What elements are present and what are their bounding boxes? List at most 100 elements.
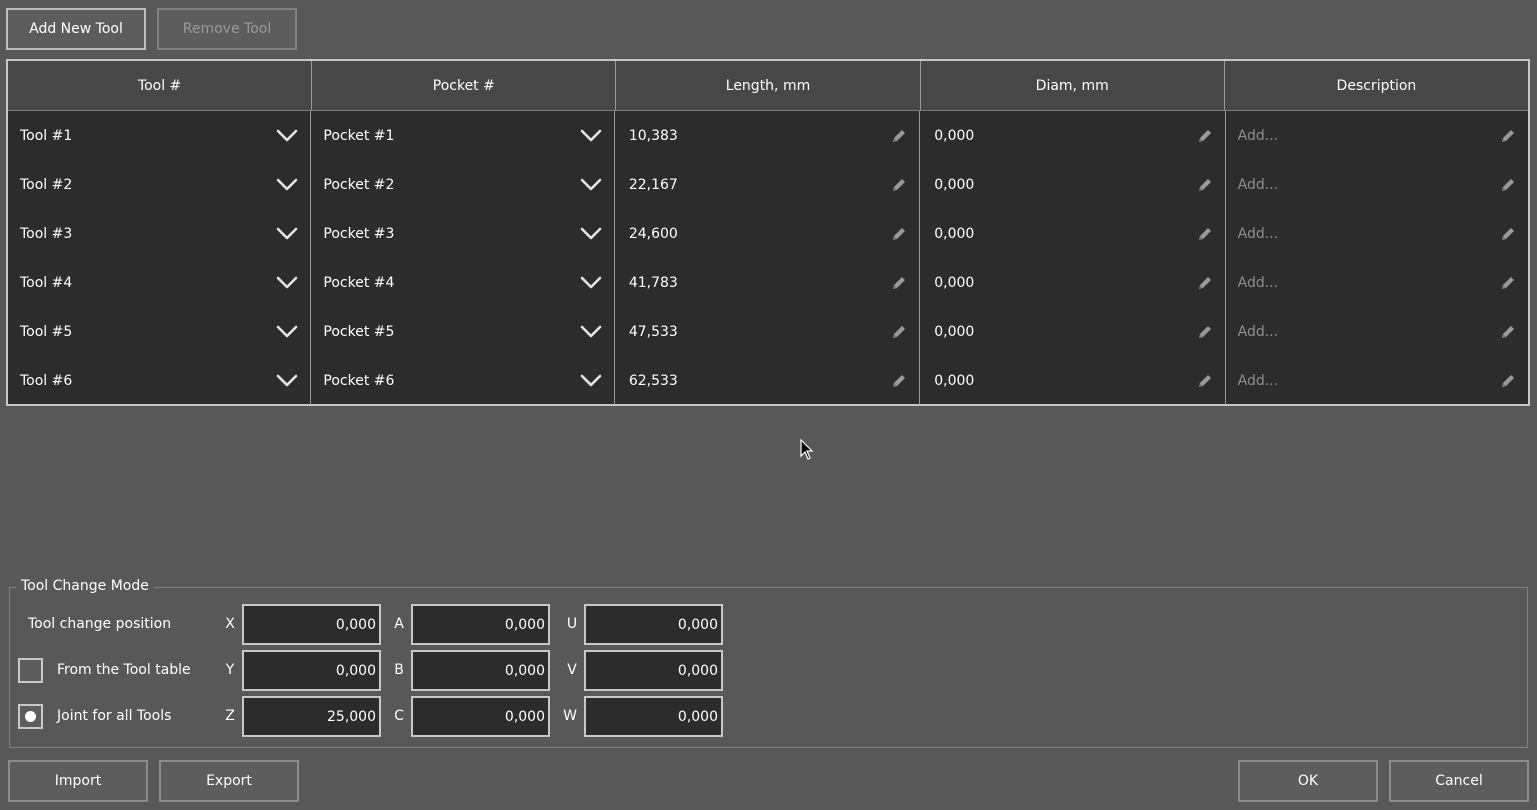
chevron-down-icon[interactable] — [580, 325, 602, 339]
diam-cell[interactable]: 0,000 — [920, 307, 1226, 356]
pencil-icon[interactable] — [1500, 177, 1516, 193]
pocket-select[interactable]: Pocket #1 — [311, 111, 615, 160]
a-position-field[interactable]: 0,000 — [411, 604, 550, 645]
pencil-icon[interactable] — [1197, 128, 1213, 144]
length-cell[interactable]: 47,533 — [615, 307, 921, 356]
chevron-down-icon[interactable] — [580, 227, 602, 241]
pencil-icon[interactable] — [1500, 275, 1516, 291]
c-position-field[interactable]: 0,000 — [411, 696, 550, 737]
diam-cell[interactable]: 0,000 — [920, 356, 1226, 405]
tool-select[interactable]: Tool #2 — [8, 160, 312, 209]
ok-button[interactable]: OK — [1238, 760, 1378, 802]
from-tool-table-label: From the Tool table — [57, 662, 191, 678]
table-row[interactable]: Tool #3 Pocket #3 24,600 0,000 Add... — [8, 209, 1528, 258]
tool-change-position-label: Tool change position — [28, 616, 172, 632]
pencil-icon[interactable] — [891, 373, 907, 389]
pencil-icon[interactable] — [1500, 324, 1516, 340]
pencil-icon[interactable] — [1500, 128, 1516, 144]
b-position-field[interactable]: 0,000 — [411, 650, 550, 691]
export-button[interactable]: Export — [159, 760, 299, 802]
description-cell[interactable]: Add... — [1226, 258, 1528, 307]
chevron-down-icon[interactable] — [580, 374, 602, 388]
diam-value: 0,000 — [934, 372, 975, 389]
cancel-button[interactable]: Cancel — [1389, 760, 1529, 802]
pencil-icon[interactable] — [1197, 275, 1213, 291]
table-row[interactable]: Tool #4 Pocket #4 41,783 0,000 Add... — [8, 258, 1528, 307]
chevron-down-icon[interactable] — [580, 178, 602, 192]
tool-value: Tool #4 — [20, 274, 73, 291]
description-cell[interactable]: Add... — [1226, 160, 1528, 209]
tool-select[interactable]: Tool #1 — [8, 111, 312, 160]
description-placeholder: Add... — [1237, 323, 1279, 340]
description-placeholder: Add... — [1237, 176, 1279, 193]
pocket-select[interactable]: Pocket #4 — [311, 258, 615, 307]
pencil-icon[interactable] — [891, 324, 907, 340]
chevron-down-icon[interactable] — [276, 325, 298, 339]
diam-cell[interactable]: 0,000 — [920, 258, 1226, 307]
table-row[interactable]: Tool #1 Pocket #1 10,383 0,000 Add... — [8, 111, 1528, 160]
mouse-cursor-icon — [800, 439, 814, 460]
pencil-icon[interactable] — [1500, 373, 1516, 389]
pocket-select[interactable]: Pocket #6 — [311, 356, 615, 405]
pocket-select[interactable]: Pocket #2 — [311, 160, 615, 209]
chevron-down-icon[interactable] — [276, 178, 298, 192]
x-position-field[interactable]: 0,000 — [242, 604, 381, 645]
tool-select[interactable]: Tool #4 — [8, 258, 312, 307]
chevron-down-icon[interactable] — [580, 276, 602, 290]
pocket-select[interactable]: Pocket #3 — [311, 209, 615, 258]
z-position-field[interactable]: 25,000 — [242, 696, 381, 737]
length-cell[interactable]: 62,533 — [615, 356, 921, 405]
description-cell[interactable]: Add... — [1226, 209, 1528, 258]
length-cell[interactable]: 22,167 — [615, 160, 921, 209]
add-new-tool-button[interactable]: Add New Tool — [6, 8, 146, 50]
pencil-icon[interactable] — [1197, 373, 1213, 389]
table-header: Tool # Pocket # Length, mm Diam, mm Desc… — [8, 61, 1528, 111]
length-cell[interactable]: 10,383 — [615, 111, 921, 160]
diam-cell[interactable]: 0,000 — [920, 111, 1226, 160]
chevron-down-icon[interactable] — [276, 227, 298, 241]
pencil-icon[interactable] — [1197, 177, 1213, 193]
import-button[interactable]: Import — [8, 760, 148, 802]
length-cell[interactable]: 24,600 — [615, 209, 921, 258]
description-cell[interactable]: Add... — [1226, 111, 1528, 160]
pencil-icon[interactable] — [1197, 324, 1213, 340]
table-row[interactable]: Tool #5 Pocket #5 47,533 0,000 Add... — [8, 307, 1528, 356]
description-cell[interactable]: Add... — [1226, 307, 1528, 356]
tool-select[interactable]: Tool #6 — [8, 356, 312, 405]
column-header-pocket[interactable]: Pocket # — [312, 61, 617, 110]
chevron-down-icon[interactable] — [580, 129, 602, 143]
column-header-length[interactable]: Length, mm — [616, 61, 921, 110]
joint-for-all-tools-radio[interactable] — [18, 704, 43, 729]
diam-cell[interactable]: 0,000 — [920, 160, 1226, 209]
description-cell[interactable]: Add... — [1226, 356, 1528, 405]
remove-tool-button[interactable]: Remove Tool — [157, 8, 297, 50]
diam-cell[interactable]: 0,000 — [920, 209, 1226, 258]
chevron-down-icon[interactable] — [276, 374, 298, 388]
tool-select[interactable]: Tool #3 — [8, 209, 312, 258]
axis-label-w: W — [563, 708, 577, 724]
pencil-icon[interactable] — [891, 226, 907, 242]
length-cell[interactable]: 41,783 — [615, 258, 921, 307]
pencil-icon[interactable] — [891, 177, 907, 193]
pencil-icon[interactable] — [891, 275, 907, 291]
chevron-down-icon[interactable] — [276, 129, 298, 143]
pencil-icon[interactable] — [891, 128, 907, 144]
column-header-diam[interactable]: Diam, mm — [921, 61, 1225, 110]
v-position-field[interactable]: 0,000 — [584, 650, 723, 691]
y-position-field[interactable]: 0,000 — [242, 650, 381, 691]
diam-value: 0,000 — [934, 225, 975, 242]
pencil-icon[interactable] — [1197, 226, 1213, 242]
axis-label-b: B — [394, 662, 404, 678]
table-row[interactable]: Tool #6 Pocket #6 62,533 0,000 Add... — [8, 356, 1528, 405]
table-row[interactable]: Tool #2 Pocket #2 22,167 0,000 Add... — [8, 160, 1528, 209]
chevron-down-icon[interactable] — [276, 276, 298, 290]
w-position-field[interactable]: 0,000 — [584, 696, 723, 737]
column-header-tool[interactable]: Tool # — [8, 61, 313, 110]
column-header-description[interactable]: Description — [1225, 61, 1528, 110]
from-tool-table-checkbox[interactable] — [18, 658, 43, 683]
pencil-icon[interactable] — [1500, 226, 1516, 242]
pocket-select[interactable]: Pocket #5 — [311, 307, 615, 356]
tool-value: Tool #6 — [20, 372, 73, 389]
u-position-field[interactable]: 0,000 — [584, 604, 723, 645]
tool-select[interactable]: Tool #5 — [8, 307, 312, 356]
